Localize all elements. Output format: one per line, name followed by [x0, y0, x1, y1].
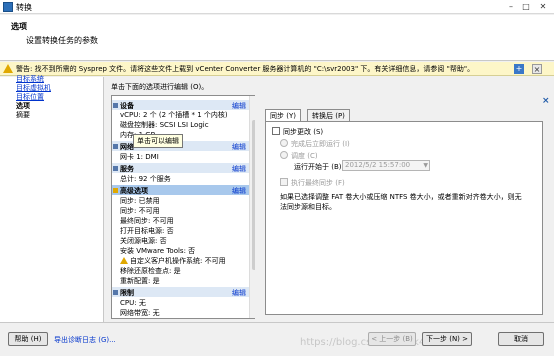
option-line: vCPU: 2 个 (2 个插槽 * 1 个内核) — [120, 111, 228, 119]
edit-link[interactable]: 编辑 — [232, 142, 246, 152]
warning-icon — [3, 64, 13, 73]
back-button[interactable]: < 上一步 (B) — [368, 332, 416, 346]
option-line: 移除还原检查点: 是 — [120, 267, 181, 275]
app-icon — [3, 2, 13, 12]
title-bar: 转换 – □ ✕ — [0, 0, 554, 14]
edit-link[interactable]: 编辑 — [232, 288, 246, 298]
schedule-option[interactable]: 调度 (C) — [280, 151, 318, 161]
throttling-icon — [113, 290, 118, 295]
tab-post-conversion[interactable]: 转换后 (P) — [307, 109, 350, 121]
option-line: 关闭源电源: 否 — [120, 237, 167, 245]
export-logs-link[interactable]: 导出诊断日志 (G)... — [54, 335, 116, 345]
close-window-button[interactable]: ✕ — [536, 1, 550, 13]
final-sync-label: 执行最终同步 (F) — [291, 179, 345, 187]
run-at-label: 运行开始于 (B): — [294, 163, 344, 171]
expand-warning-icon[interactable]: + — [514, 64, 524, 74]
option-line: 重新配置: 是 — [120, 277, 160, 285]
section-title: 服务 — [120, 165, 134, 173]
option-line: 同步: 已禁用 — [120, 197, 160, 205]
page-subtitle: 设置转换任务的参数 — [26, 36, 98, 45]
warning-icon — [113, 188, 118, 193]
option-line-warning: 自定义客户机操作系统: 不可用 — [120, 256, 226, 266]
section-throttling[interactable]: 限制 编辑 — [112, 287, 249, 297]
run-at-value: 2012/5/2 15:57:00 — [345, 161, 411, 169]
run-after-radio[interactable] — [280, 139, 288, 147]
nav-item-summary[interactable]: 摘要 — [16, 110, 30, 120]
page-title: 选项 — [11, 22, 27, 31]
option-line: 网卡 1: DMI — [120, 153, 159, 161]
sync-changes-label: 同步更改 (S) — [283, 128, 324, 136]
section-advanced-options[interactable]: 高级选项 编辑 — [112, 185, 249, 195]
section-services[interactable]: 服务 编辑 — [112, 163, 249, 173]
schedule-radio[interactable] — [280, 151, 288, 159]
option-text: 自定义客户机操作系统: 不可用 — [130, 257, 226, 265]
section-title: 限制 — [120, 289, 134, 297]
option-line: 最终同步: 不可用 — [120, 217, 174, 225]
warning-bar: 警告: 找不到所需的 Sysprep 文件。请将这些文件上载到 vCenter … — [0, 62, 554, 76]
option-line: 总计: 92 个服务 — [120, 175, 171, 183]
help-button[interactable]: 帮助 (H) — [8, 332, 48, 346]
cancel-button[interactable]: 取消 — [498, 332, 544, 346]
option-line: 打开目标电源: 否 — [120, 227, 174, 235]
edit-link[interactable]: 编辑 — [232, 101, 246, 111]
run-after-option[interactable]: 完成后立即运行 (I) — [280, 139, 350, 149]
option-line: 安装 VMware Tools: 否 — [120, 247, 196, 255]
section-title: 高级选项 — [120, 187, 148, 195]
edit-link[interactable]: 编辑 — [232, 164, 246, 174]
section-title: 网络 — [120, 143, 134, 151]
edit-tooltip: 单击可以编辑 — [133, 134, 183, 148]
services-icon — [113, 166, 118, 171]
minimize-button[interactable]: – — [504, 1, 518, 13]
final-sync-checkbox[interactable] — [280, 178, 288, 186]
close-panel-icon[interactable]: × — [542, 97, 551, 106]
sync-note: 如果已选择调整 FAT 卷大小或压缩 NTFS 卷大小，或者重新对齐卷大小，则无… — [280, 193, 522, 211]
maximize-button[interactable]: □ — [519, 1, 533, 13]
option-line: 网络带宽: 无 — [120, 309, 160, 317]
devices-icon — [113, 103, 118, 108]
instruction-text: 单击下面的选项进行编辑 (O)。 — [111, 83, 209, 91]
chevron-down-icon[interactable]: ▼ — [423, 161, 428, 170]
final-sync-option[interactable]: 执行最终同步 (F) — [280, 178, 345, 188]
options-list: 设备 编辑 vCPU: 2 个 (2 个插槽 * 1 个内核) 磁盘控制器: S… — [111, 95, 261, 319]
detail-panel: × 同步 (Y) 转换后 (P) 同步更改 (S) 完成后立即运行 (I) 调度… — [255, 95, 551, 319]
wizard-nav: 目标系统 目标虚拟机 目标位置 选项 摘要 — [0, 75, 104, 322]
sync-changes-checkbox[interactable] — [272, 127, 280, 135]
window-title: 转换 — [16, 3, 32, 12]
option-line: 同步: 不可用 — [120, 207, 160, 215]
main-content: 单击下面的选项进行编辑 (O)。 设备 编辑 vCPU: 2 个 (2 个插槽 … — [105, 77, 554, 322]
page-header: 选项 设置转换任务的参数 — [0, 15, 554, 61]
dismiss-warning-icon[interactable]: × — [532, 64, 542, 74]
warning-text: 警告: 找不到所需的 Sysprep 文件。请将这些文件上载到 vCenter … — [16, 65, 475, 73]
run-at-datetime-input[interactable]: 2012/5/2 15:57:00 ▼ — [342, 160, 430, 171]
edit-link[interactable]: 编辑 — [232, 186, 246, 196]
option-line: CPU: 无 — [120, 299, 146, 307]
tab-panel-sync: 同步更改 (S) 完成后立即运行 (I) 调度 (C) 运行开始于 (B): 2… — [265, 121, 543, 315]
next-button[interactable]: 下一步 (N) > — [422, 332, 472, 346]
run-after-label: 完成后立即运行 (I) — [291, 140, 350, 148]
footer: 帮助 (H) 导出诊断日志 (G)... https://blog.csdn.n… — [0, 322, 554, 356]
section-devices[interactable]: 设备 编辑 — [112, 100, 249, 110]
sync-changes-option[interactable]: 同步更改 (S) — [272, 127, 323, 137]
network-icon — [113, 144, 118, 149]
option-line: 磁盘控制器: SCSI LSI Logic — [120, 121, 209, 129]
warning-icon — [120, 257, 128, 264]
schedule-label: 调度 (C) — [291, 152, 318, 160]
